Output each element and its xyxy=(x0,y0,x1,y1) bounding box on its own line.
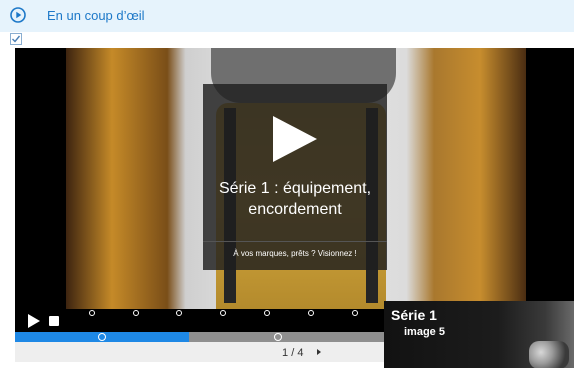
chapter-marker[interactable] xyxy=(176,310,182,316)
chapter-marker[interactable] xyxy=(352,310,358,316)
video-player[interactable]: Série 1 : équipement, encordement À vos … xyxy=(15,48,574,310)
progress-bar[interactable] xyxy=(15,332,385,342)
play-circle-icon[interactable] xyxy=(10,7,26,23)
chapter-marker[interactable] xyxy=(133,310,139,316)
stop-icon[interactable] xyxy=(49,316,59,326)
overlay-divider xyxy=(203,241,387,242)
chapter-marker[interactable] xyxy=(89,310,95,316)
rope-image xyxy=(529,341,569,368)
big-play-icon[interactable] xyxy=(273,116,317,162)
video-tagline: À vos marques, prêts ? Visionnez ! xyxy=(233,249,357,258)
slide-thumbnail[interactable]: Série 1 image 5 xyxy=(384,301,574,368)
section-header: En un coup d’œil xyxy=(0,0,574,32)
thumbnail-title: Série 1 xyxy=(391,307,437,323)
player-controls xyxy=(15,309,385,332)
progress-handle[interactable] xyxy=(98,333,106,341)
chapter-marker[interactable] xyxy=(308,310,314,316)
chapter-marker[interactable] xyxy=(264,310,270,316)
progress-handle[interactable] xyxy=(274,333,282,341)
video-overlay[interactable]: Série 1 : équipement, encordement À vos … xyxy=(203,84,387,270)
chapter-marker[interactable] xyxy=(220,310,226,316)
checkbox-icon[interactable] xyxy=(10,33,22,45)
play-icon[interactable] xyxy=(28,314,40,328)
next-arrow-icon[interactable] xyxy=(317,349,321,355)
page-indicator: 1 / 4 xyxy=(282,347,304,359)
thumbnail-subtitle: image 5 xyxy=(404,326,445,338)
section-title[interactable]: En un coup d’œil xyxy=(47,8,145,23)
pager: 1 / 4 xyxy=(15,342,385,362)
video-title: Série 1 : équipement, encordement xyxy=(218,180,372,218)
